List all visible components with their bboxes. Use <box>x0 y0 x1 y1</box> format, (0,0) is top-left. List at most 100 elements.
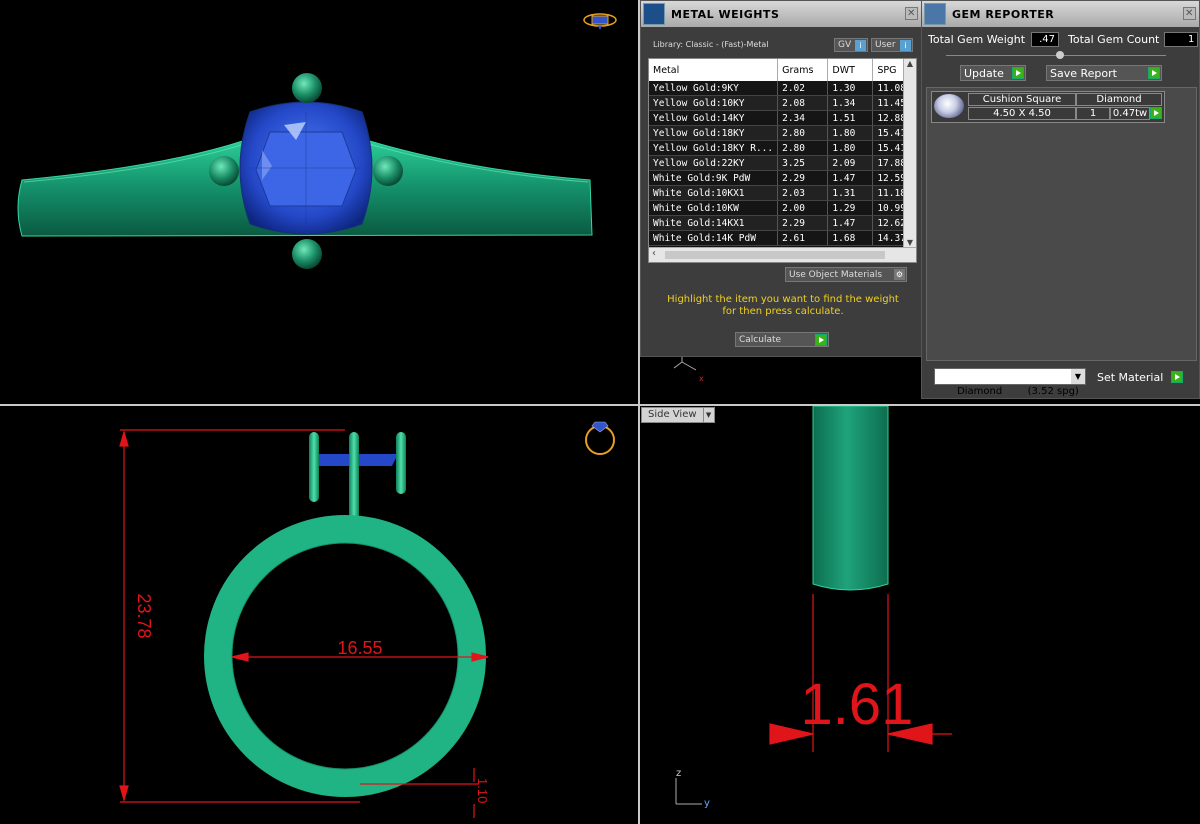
table-row[interactable]: White Gold:14KX1 2.29 1.47 12.62 <box>649 215 916 231</box>
material-select[interactable]: Diamond (3.52 spg) ▼ <box>934 368 1086 397</box>
col-metal[interactable]: Metal <box>649 59 779 81</box>
table-row[interactable]: Yellow Gold:14KY 2.34 1.51 12.88 <box>649 110 916 126</box>
metal-cell: White Gold:10KW <box>649 200 779 216</box>
table-row[interactable]: White Gold:9K PdW 2.29 1.47 12.59 <box>649 170 916 186</box>
col-dwt[interactable]: DWT <box>827 59 874 81</box>
prong-right-side <box>396 432 406 494</box>
user-toggle[interactable]: User i <box>871 38 913 52</box>
prong-bottom <box>292 239 322 269</box>
use-object-materials-button[interactable]: Use Object Materials ⚙ <box>785 267 907 282</box>
shank-detail <box>812 406 889 591</box>
update-button[interactable]: Update <box>960 65 1026 81</box>
chevron-down-icon[interactable]: ▼ <box>702 408 714 422</box>
grams-cell: 2.02 <box>777 81 829 96</box>
scroll-up-icon[interactable]: ▲ <box>904 59 916 68</box>
grams-cell: 2.80 <box>777 140 829 156</box>
ring-view-icon <box>585 421 615 455</box>
gear-icon: ⚙ <box>894 269 905 280</box>
metal-weights-icon <box>643 3 665 25</box>
gem-size: 4.50 X 4.50 <box>968 107 1076 120</box>
prong-left-side <box>309 432 319 502</box>
gem-list[interactable]: Cushion Square Diamond 4.50 X 4.50 1 0.4… <box>926 87 1197 361</box>
diamond-gem-icon <box>934 94 964 118</box>
metal-cell: White Gold:10KX1 <box>649 185 779 201</box>
viewport-side[interactable]: 23.78 16.55 1.10 <box>0 406 638 824</box>
scroll-down-icon[interactable]: ▼ <box>904 238 916 247</box>
set-material-button[interactable]: Set Material <box>1094 369 1184 385</box>
axis-z-label: z <box>676 768 681 779</box>
total-gem-count-label: Total Gem Count <box>1068 33 1160 46</box>
metal-weights-titlebar[interactable]: METAL WEIGHTS ✕ <box>641 1 921 27</box>
viewport-detail[interactable]: 1.61 z y Side View ▼ <box>640 406 1200 824</box>
view-cube-icon <box>583 13 617 30</box>
dwt-cell: 1.29 <box>827 200 874 216</box>
gv-toggle[interactable]: GV i <box>834 38 868 52</box>
grams-cell: 2.03 <box>777 185 829 201</box>
side-view-canvas: 23.78 16.55 1.10 <box>119 421 615 818</box>
col-grams[interactable]: Grams <box>777 59 829 81</box>
gem-reporter-titlebar[interactable]: GEM REPORTER ✕ <box>922 1 1199 27</box>
view-selector[interactable]: Side View ▼ <box>641 407 715 423</box>
dim-inner-label: 16.55 <box>337 638 382 658</box>
gv-info-icon: i <box>855 39 866 51</box>
dwt-cell: 1.47 <box>827 170 874 186</box>
table-row[interactable]: Yellow Gold:18KY R... 2.80 1.80 15.41 <box>649 140 916 156</box>
viewport-divider-horizontal[interactable] <box>0 404 1200 406</box>
dim-band-label: 1.10 <box>475 778 490 803</box>
total-gem-weight-label: Total Gem Weight <box>928 33 1026 46</box>
gem-reporter-icon <box>924 3 946 25</box>
close-icon[interactable]: ✕ <box>1183 7 1196 20</box>
dwt-cell: 2.09 <box>827 155 874 171</box>
viewport-divider-vertical[interactable] <box>638 0 640 824</box>
user-info-icon: i <box>900 39 911 51</box>
viewport-front[interactable] <box>0 0 638 404</box>
grams-cell: 3.25 <box>777 155 829 171</box>
play-icon <box>1148 67 1160 79</box>
table-row[interactable]: Yellow Gold:22KY 3.25 2.09 17.88 <box>649 155 916 171</box>
metal-table: Metal Grams DWT SPG Yellow Gold:9KY 2.02 1… <box>649 59 916 246</box>
dwt-cell: 1.30 <box>827 81 874 96</box>
calculate-button[interactable]: Calculate <box>735 332 829 347</box>
scroll-thumb[interactable] <box>665 251 885 259</box>
gem-list-item[interactable]: Cushion Square Diamond 4.50 X 4.50 1 0.4… <box>931 91 1165 123</box>
table-row[interactable]: Yellow Gold:10KY 2.08 1.34 11.45 <box>649 95 916 111</box>
metal-cell: White Gold:14KX1 <box>649 215 779 231</box>
grams-cell: 2.00 <box>777 200 829 216</box>
vertical-scrollbar[interactable]: ▲ ▼ <box>903 59 916 247</box>
play-icon <box>1171 371 1183 383</box>
library-label: Library: Classic - (Fast)-Metal <box>653 40 769 49</box>
play-icon <box>1012 67 1024 79</box>
metal-weights-title: METAL WEIGHTS <box>671 7 780 21</box>
dwt-cell: 1.51 <box>827 110 874 126</box>
grams-cell: 2.61 <box>777 230 829 246</box>
dwt-cell: 1.31 <box>827 185 874 201</box>
gem-material: Diamond <box>1076 93 1162 106</box>
slider-thumb[interactable] <box>1056 51 1064 59</box>
axis-x-label: x <box>699 374 704 383</box>
save-report-button[interactable]: Save Report <box>1046 65 1162 81</box>
scroll-left-icon[interactable]: ‹ <box>652 248 656 259</box>
metal-table-container[interactable]: Metal Grams DWT SPG Yellow Gold:9KY 2.02 1… <box>648 58 917 263</box>
metal-cell: Yellow Gold:18KY <box>649 125 779 141</box>
table-row[interactable]: Yellow Gold:9KY 2.02 1.30 11.08 <box>649 81 916 96</box>
chevron-down-icon[interactable]: ▼ <box>1071 369 1085 384</box>
grams-cell: 2.29 <box>777 170 829 186</box>
dwt-cell: 1.47 <box>827 215 874 231</box>
viewport-perspective[interactable]: x METAL WEIGHTS ✕ Library: Classic - (Fa… <box>640 0 1200 404</box>
metal-cell: Yellow Gold:9KY <box>649 81 779 96</box>
metal-cell: Yellow Gold:18KY R... <box>649 140 779 156</box>
table-row[interactable]: White Gold:10KW 2.00 1.29 10.99 <box>649 200 916 216</box>
table-row[interactable]: White Gold:10KX1 2.03 1.31 11.18 <box>649 185 916 201</box>
axis-y-label: y <box>704 798 710 809</box>
gem-play-icon[interactable] <box>1150 107 1162 119</box>
gem-slider[interactable] <box>946 51 1166 59</box>
horizontal-scrollbar[interactable]: ‹ <box>649 247 916 262</box>
table-row[interactable]: Yellow Gold:18KY 2.80 1.80 15.41 <box>649 125 916 141</box>
view-selector-label: Side View <box>648 409 697 420</box>
hint-text: Highlight the item you want to find the … <box>667 294 899 317</box>
gem-weight: 0.47tw <box>1110 107 1150 120</box>
table-row[interactable]: White Gold:14K PdW 2.61 1.68 14.37 <box>649 230 916 246</box>
dim-shank-label: 1.61 <box>801 672 914 737</box>
close-icon[interactable]: ✕ <box>905 7 918 20</box>
gem-qty: 1 <box>1076 107 1110 120</box>
